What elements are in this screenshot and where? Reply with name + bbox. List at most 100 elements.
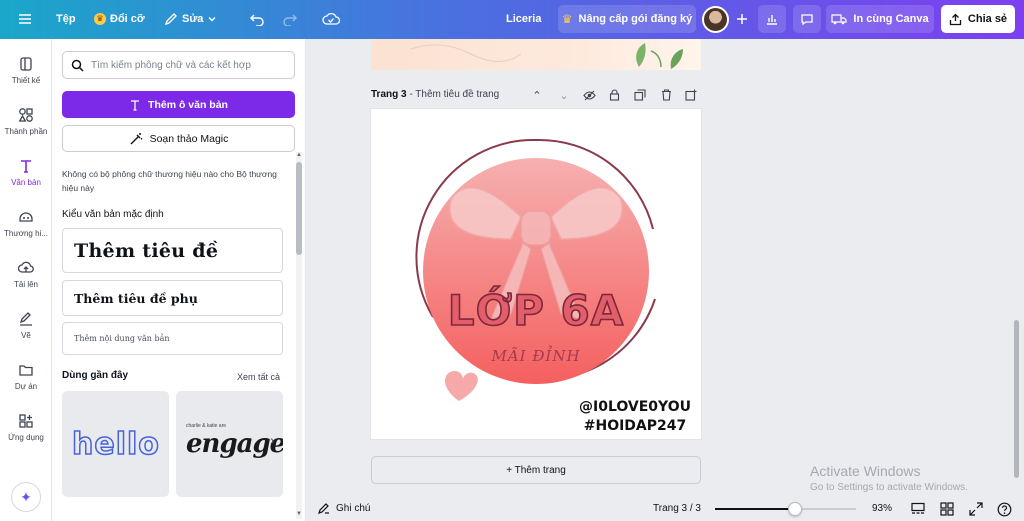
- rail-item-draw[interactable]: Vẽ: [0, 311, 52, 340]
- notes-icon: [318, 503, 329, 514]
- page-title-input[interactable]: Thêm tiêu đề trang: [415, 89, 499, 100]
- add-page-icon[interactable]: [684, 88, 698, 102]
- resize-button[interactable]: ♛ Đổi cỡ: [88, 5, 151, 33]
- rail-item-elements[interactable]: Thành phần: [0, 107, 52, 136]
- recent-item-hello[interactable]: hello: [62, 391, 169, 497]
- class-subtitle-text: MÃI ĐỈNH: [490, 345, 580, 365]
- resize-label: Đổi cỡ: [110, 13, 145, 25]
- rail-item-projects[interactable]: Dự án: [0, 362, 52, 391]
- add-collaborator-button[interactable]: [730, 5, 754, 33]
- edit-label: Sửa: [182, 13, 204, 25]
- apps-icon: [19, 414, 33, 428]
- rail-item-design[interactable]: Thiết kế: [0, 56, 52, 85]
- recent-item-text: hello: [71, 426, 160, 463]
- notes-button[interactable]: Ghi chú: [318, 502, 370, 514]
- rail-item-apps[interactable]: Ứng dụng: [0, 413, 52, 442]
- chevron-down-icon: [208, 17, 216, 22]
- font-search[interactable]: [62, 51, 295, 79]
- duplicate-page-icon[interactable]: [633, 88, 647, 102]
- add-page-button[interactable]: + Thêm trang: [371, 456, 701, 484]
- redo-icon: [283, 14, 297, 26]
- see-all-link[interactable]: Xem tất cả: [237, 372, 280, 382]
- page-header[interactable]: Trang 3 - Thêm tiêu đề trang: [371, 89, 499, 100]
- rail-item-brand[interactable]: Thương hi...: [0, 209, 52, 238]
- scroll-down-arrow-icon[interactable]: ▼: [296, 511, 302, 517]
- class-title-text: LỚP 6A: [448, 285, 625, 335]
- handle-text: @I0LOVE0YOU: [579, 399, 691, 415]
- search-input[interactable]: [91, 59, 286, 71]
- canvas-scrollbar-thumb[interactable]: [1014, 320, 1019, 478]
- zoom-slider-fill: [715, 508, 795, 510]
- recent-title: Dùng gần đây: [62, 370, 129, 381]
- heart-icon: [445, 371, 478, 401]
- share-button[interactable]: Chia sẻ: [941, 5, 1015, 33]
- text-icon: [131, 99, 140, 111]
- chevron-right-icon[interactable]: ›: [270, 432, 275, 448]
- upload-icon: [18, 261, 34, 273]
- chevron-up-icon[interactable]: ⌃: [530, 88, 544, 102]
- share-label: Chia sẻ: [967, 13, 1008, 25]
- user-name-label: Liceria: [506, 13, 542, 25]
- elements-icon: [18, 108, 33, 122]
- share-icon: [949, 13, 962, 25]
- trash-icon[interactable]: [659, 88, 673, 102]
- add-heading-button[interactable]: Thêm tiêu đề: [62, 228, 283, 273]
- cloud-save-status[interactable]: [316, 5, 346, 33]
- design-page[interactable]: LỚP 6A MÃI ĐỈNH @I0LOVE0YOU #HOIDAP247: [371, 109, 701, 439]
- text-panel: Thêm ô văn bản Soạn thảo Magic Không có …: [52, 39, 306, 521]
- add-body-text-button[interactable]: Thêm nội dung văn bản: [62, 322, 283, 355]
- magic-write-button[interactable]: Soạn thảo Magic: [62, 125, 295, 152]
- hide-page-icon[interactable]: [582, 88, 596, 102]
- default-styles-title: Kiểu văn bản mặc định: [62, 209, 164, 220]
- rail-item-upload[interactable]: Tải lên: [0, 260, 52, 289]
- rail-item-text[interactable]: Văn bản: [0, 158, 52, 187]
- magic-wand-icon: [130, 132, 142, 144]
- user-name[interactable]: Liceria: [500, 5, 547, 33]
- lock-icon[interactable]: [607, 88, 621, 102]
- add-subheading-button[interactable]: Thêm tiêu đề phụ: [62, 280, 283, 316]
- analytics-button[interactable]: [758, 5, 786, 33]
- sparkle-icon: ✦: [20, 488, 32, 505]
- add-textbox-button[interactable]: Thêm ô văn bản: [62, 91, 295, 118]
- zoom-level[interactable]: 93%: [872, 503, 892, 514]
- previous-page-preview[interactable]: [371, 39, 701, 70]
- comments-button[interactable]: [793, 5, 821, 33]
- magic-write-label: Soạn thảo Magic: [149, 132, 229, 145]
- zoom-slider-handle[interactable]: [788, 502, 802, 516]
- design-icon: [20, 57, 32, 71]
- panel-scrollbar-thumb[interactable]: [296, 162, 302, 255]
- file-label: Tệp: [56, 13, 76, 25]
- menu-button[interactable]: [12, 5, 38, 33]
- undo-icon: [250, 14, 264, 26]
- activate-windows-subtitle: Go to Settings to activate Windows.: [810, 482, 968, 493]
- fullscreen-icon[interactable]: [968, 501, 984, 517]
- rail-label: Thành phần: [4, 127, 48, 136]
- page-counter[interactable]: Trang 3 / 3: [653, 503, 701, 514]
- rail-label: Ứng dụng: [8, 433, 44, 442]
- rail-label: Thiết kế: [11, 76, 41, 85]
- grid-view-icon[interactable]: [939, 501, 955, 517]
- crown-icon: ♛: [94, 13, 106, 25]
- page-label: Trang 3: [371, 89, 407, 100]
- rail-label: Dự án: [14, 382, 38, 391]
- top-bar: Tệp ♛ Đổi cỡ Sửa Liceria ♛ Nâng cấp gói …: [0, 0, 1024, 39]
- redo-button[interactable]: [276, 5, 304, 33]
- print-button[interactable]: In cùng Canva: [826, 5, 934, 33]
- activate-windows-title: Activate Windows: [810, 463, 921, 479]
- help-icon[interactable]: [996, 501, 1012, 517]
- page-view-icon[interactable]: [910, 501, 926, 517]
- chevron-down-icon[interactable]: ⌄: [557, 88, 571, 102]
- upgrade-button[interactable]: ♛ Nâng cấp gói đăng ký: [558, 5, 696, 33]
- hashtag-text: #HOIDAP247: [584, 418, 687, 434]
- scroll-up-arrow-icon[interactable]: ▲: [296, 152, 302, 158]
- avatar[interactable]: [702, 6, 729, 33]
- magic-assistant-button[interactable]: ✦: [11, 482, 41, 512]
- rail-label: Văn bản: [11, 178, 41, 187]
- recent-item-engaged[interactable]: charlie & katie are engaged!: [176, 391, 283, 497]
- notes-label: Ghi chú: [336, 502, 371, 514]
- undo-button[interactable]: [243, 5, 271, 33]
- leaf-decoration-icon: [410, 43, 683, 69]
- file-menu[interactable]: Tệp: [50, 5, 82, 33]
- edit-button[interactable]: Sửa: [158, 5, 223, 33]
- comment-icon: [801, 14, 813, 26]
